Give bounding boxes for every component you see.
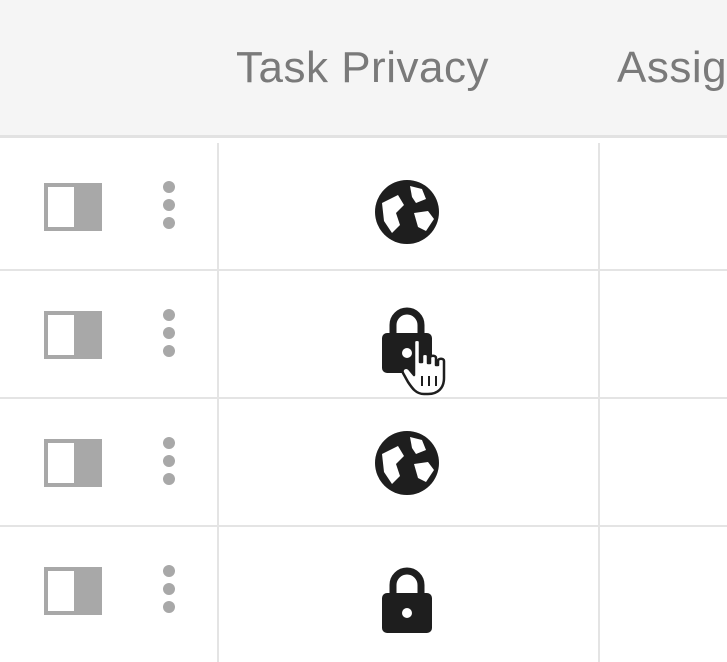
lock-icon[interactable]: [368, 301, 446, 379]
row-select-checkbox[interactable]: [44, 183, 102, 231]
row-more-menu-icon[interactable]: [150, 305, 188, 369]
row-select-checkbox[interactable]: [44, 439, 102, 487]
table-row: [0, 143, 727, 271]
row-more-menu-icon[interactable]: [150, 177, 188, 241]
lock-icon[interactable]: [368, 561, 446, 639]
table-row: [0, 399, 727, 527]
globe-icon[interactable]: [368, 424, 446, 502]
grid-header: Task Privacy Assig: [0, 0, 727, 138]
row-select-checkbox[interactable]: [44, 311, 102, 359]
column-header-task-privacy[interactable]: Task Privacy: [236, 0, 489, 135]
task-grid: Task Privacy Assig: [0, 0, 727, 662]
row-more-menu-icon[interactable]: [150, 433, 188, 497]
globe-icon[interactable]: [368, 173, 446, 251]
column-header-assignee[interactable]: Assig: [617, 0, 727, 135]
row-more-menu-icon[interactable]: [150, 561, 188, 625]
table-row: [0, 271, 727, 399]
table-row: [0, 527, 727, 655]
row-select-checkbox[interactable]: [44, 567, 102, 615]
